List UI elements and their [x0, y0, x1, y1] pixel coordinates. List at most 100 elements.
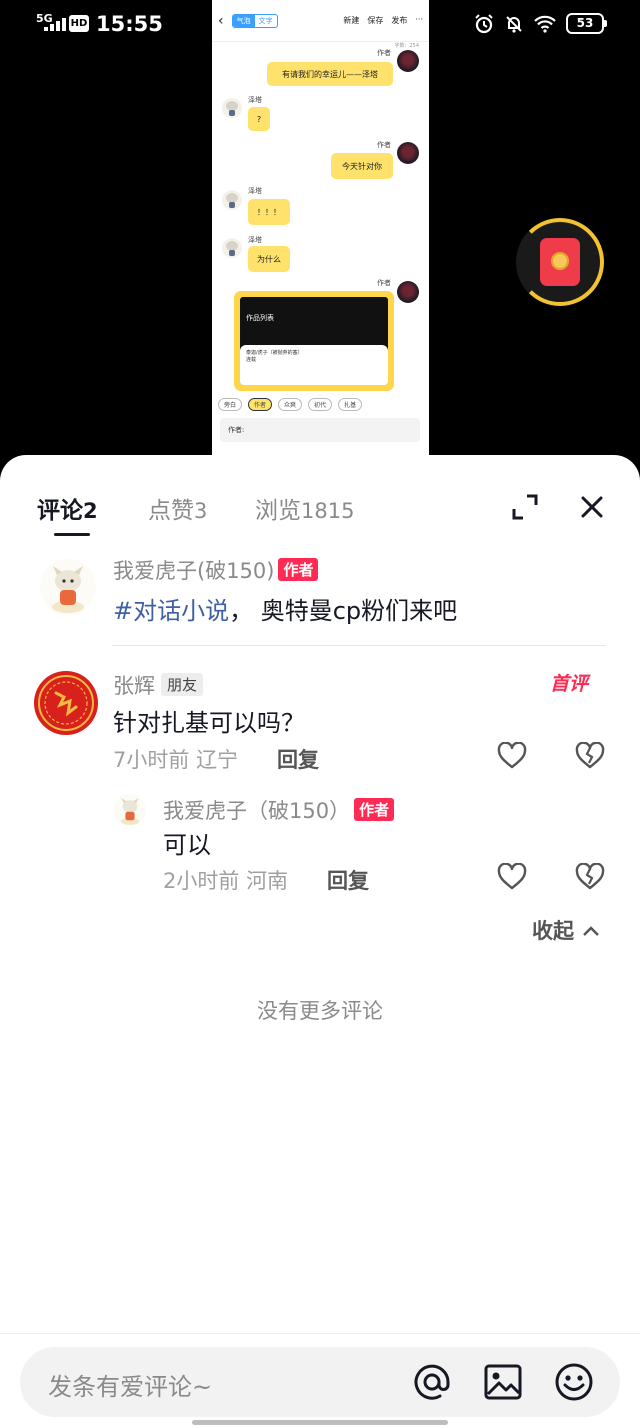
friend-badge: 朋友 [161, 673, 204, 696]
emoji-icon[interactable] [553, 1361, 595, 1403]
red-envelope-icon [540, 238, 580, 286]
zeta-avatar [222, 238, 242, 258]
divider [112, 645, 606, 646]
reply-text[interactable]: 可以 [163, 825, 211, 860]
tab-comments-label: 评论 [37, 498, 83, 524]
first-comment-badge: 首评 [550, 673, 589, 695]
comment-meta: 7小时前 辽宁 [113, 744, 238, 774]
comment-text[interactable]: 针对扎基可以吗？ [113, 703, 305, 738]
video-preview[interactable]: ‹ 气泡 文字 新建 保存 发布 ··· 字数：254 作者 有请我们的幸运儿—… [212, 0, 429, 460]
reply-button[interactable]: 回复 [327, 865, 369, 895]
preview-action-publish: 发布 [391, 16, 408, 25]
image-icon[interactable] [482, 1361, 524, 1403]
tab-comments-count: 2 [83, 499, 98, 523]
back-icon: ‹ [218, 12, 224, 29]
preview-msg-name: 作者 [377, 279, 391, 287]
zeta-avatar [222, 98, 242, 118]
preview-chip: 初代 [308, 397, 333, 411]
heart-break-icon[interactable] [575, 742, 605, 770]
author-username[interactable]: 我爱虎子(破150) [113, 559, 274, 583]
preview-msg-bubble: 今天针对你 [331, 153, 393, 179]
preview-chip: 众爽 [278, 397, 303, 411]
reply-username-row: 我爱虎子（破150） 作者 [163, 795, 395, 825]
comment-time: 7小时前 [113, 748, 190, 772]
preview-msg-name: 作者 [377, 49, 391, 57]
author-badge: 作者 [354, 798, 395, 821]
wifi-icon [534, 15, 556, 33]
tab-likes-label: 点赞 [148, 498, 194, 524]
preview-msg-bubble: 有请我们的幸运儿——泽塔 [267, 62, 393, 86]
segment-text: 文字 [258, 16, 273, 25]
clock: 15:55 [96, 12, 163, 36]
preview-chip: 扎基 [338, 397, 363, 411]
tab-views-count: 1815 [301, 499, 355, 523]
author-username-row: 我爱虎子(破150) 作者 [113, 555, 319, 585]
preview-word-count: 字数：254 [394, 43, 419, 49]
author-avatar [397, 281, 419, 303]
preview-action-new: 新建 [343, 16, 360, 25]
preview-card-title: 作品列表 [246, 314, 274, 322]
reply-button[interactable]: 回复 [277, 744, 319, 774]
preview-role-chips: 旁白 作者 众爽 初代 扎基 [212, 393, 429, 415]
preview-msg-bubble: ！！！ [248, 199, 290, 225]
author-avatar [397, 50, 419, 72]
preview-action-save: 保存 [367, 16, 384, 25]
close-icon[interactable] [576, 491, 608, 523]
preview-msg-name: 作者 [377, 141, 391, 149]
tab-likes[interactable]: 点赞3 [148, 491, 207, 525]
comment-input[interactable]: 发条有爱评论~ [20, 1347, 620, 1417]
collapse-label: 收起 [532, 919, 574, 943]
collapse-replies-button[interactable]: 收起 [532, 915, 601, 945]
preview-segment: 气泡 文字 [231, 13, 278, 28]
commenter-username[interactable]: 张辉 [113, 674, 155, 698]
hashtag-link[interactable]: #对话小说 [113, 597, 229, 625]
alarm-icon [475, 13, 493, 33]
reply-location: 河南 [246, 869, 289, 893]
reply-author-avatar[interactable] [114, 794, 146, 826]
no-more-comments: 没有更多评论 [257, 999, 383, 1023]
home-indicator [192, 1420, 448, 1425]
preview-msg-bubble: 为什么 [248, 246, 290, 272]
preview-card-sheet-sub: 连载 [246, 357, 257, 363]
preview-msg-bubble: ? [248, 107, 270, 131]
expand-icon[interactable] [509, 491, 541, 523]
comment-sheet: 评论2 点赞3 浏览1815 我爱虎子(破150) 作者 #对话小说， 奥特曼cp… [0, 455, 640, 1427]
preview-chip: 旁白 [218, 397, 243, 411]
at-icon[interactable] [411, 1361, 453, 1403]
comment-input-placeholder: 发条有爱评论~ [48, 1373, 213, 1401]
comment-location: 辽宁 [196, 748, 239, 772]
reply-username[interactable]: 我爱虎子（破150） [163, 799, 350, 823]
reply-meta: 2小时前 河南 [163, 865, 288, 895]
tab-views[interactable]: 浏览1815 [255, 491, 354, 525]
tab-comments[interactable]: 评论2 [37, 491, 98, 525]
preview-chip: 作者 [248, 397, 273, 411]
heart-icon[interactable] [497, 863, 527, 891]
reply-time: 2小时前 [163, 869, 240, 893]
tab-views-label: 浏览 [255, 498, 301, 524]
author-avatar[interactable] [40, 559, 96, 615]
heart-icon[interactable] [497, 742, 527, 770]
tab-underline [54, 533, 90, 536]
preview-toolbar: ‹ 气泡 文字 新建 保存 发布 ··· [212, 0, 429, 42]
author-avatar [397, 142, 419, 164]
preview-card-sheet-text: 泰迦/虎子（被抛弃的塞） [246, 350, 303, 356]
hd-badge: HD [69, 15, 89, 32]
mute-bell-icon [506, 15, 522, 33]
signal-icon [44, 17, 66, 31]
heart-break-icon[interactable] [575, 863, 605, 891]
preview-msg-name: 泽塔 [248, 236, 262, 244]
preview-input: 作者: [220, 418, 420, 442]
preview-image-card: 作品列表 泰迦/虎子（被抛弃的塞） 连载 [234, 291, 394, 391]
chevron-up-icon [583, 926, 600, 936]
preview-msg-name: 泽塔 [248, 187, 262, 195]
red-envelope-widget[interactable] [516, 218, 604, 306]
author-badge: 作者 [278, 558, 319, 581]
commenter-username-row: 张辉 朋友 [113, 670, 204, 700]
comment-input-bar: 发条有爱评论~ [0, 1333, 640, 1427]
preview-more: ··· [415, 15, 423, 24]
segment-bubble: 气泡 [232, 14, 255, 27]
commenter-avatar[interactable] [34, 671, 98, 735]
comment-tabs: 评论2 点赞3 浏览1815 [0, 455, 640, 545]
battery-indicator: 53 [566, 13, 607, 34]
author-post-body: ， 奥特曼cp粉们来吧 [229, 597, 458, 625]
